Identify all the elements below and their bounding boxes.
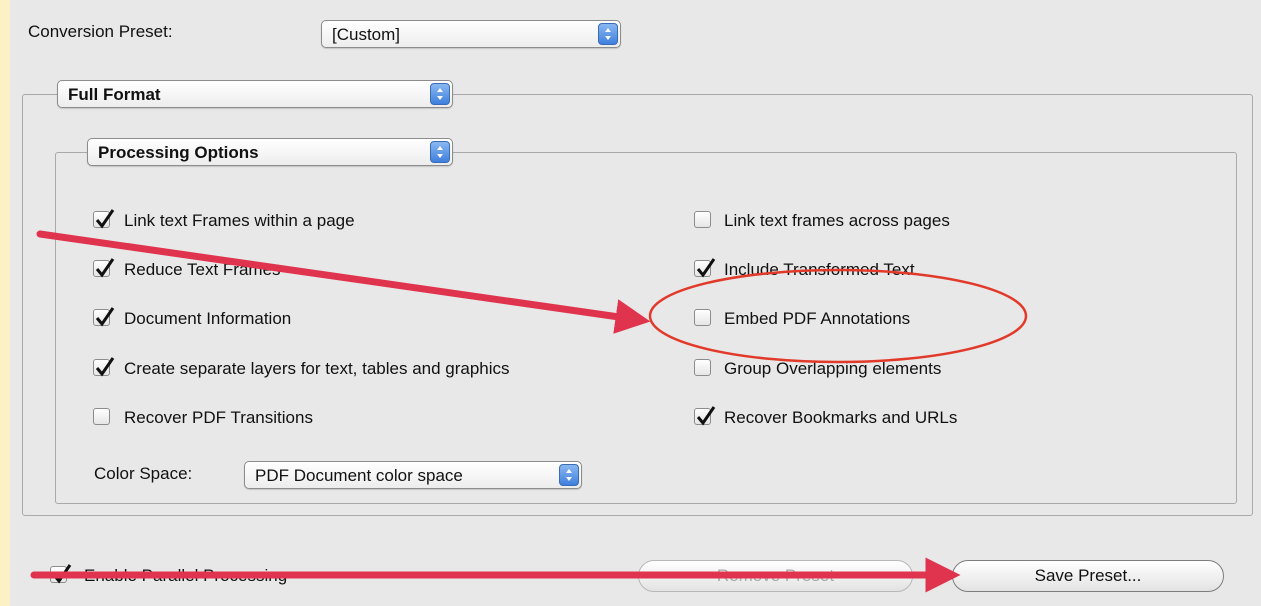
conversion-preset-value: [Custom] (332, 25, 401, 44)
embed-pdf-annotations-label: Embed PDF Annotations (724, 309, 911, 328)
save-preset-button[interactable]: Save Preset... (952, 560, 1224, 592)
recover-bookmarks-label: Recover Bookmarks and URLs (724, 408, 958, 427)
popup-arrows-icon (598, 23, 618, 45)
recover-pdf-transitions-label: Recover PDF Transitions (124, 408, 313, 427)
document-information-label: Document Information (124, 309, 292, 328)
link-text-frames-page-checkbox[interactable] (93, 209, 115, 229)
checkmark-icon (52, 564, 72, 584)
document-information-checkbox[interactable] (93, 307, 115, 327)
processing-options-popup[interactable]: Processing Options (87, 138, 453, 166)
color-space-label: Color Space: (94, 464, 193, 483)
group-overlapping-checkbox[interactable] (694, 359, 711, 376)
reduce-text-frames-checkbox[interactable] (93, 258, 115, 278)
link-text-frames-across-checkbox[interactable] (694, 211, 711, 228)
popup-arrows-icon (430, 83, 450, 105)
separate-layers-checkbox[interactable] (93, 357, 115, 377)
group-overlapping-label: Group Overlapping elements (724, 359, 942, 378)
recover-bookmarks-checkbox[interactable] (694, 406, 716, 426)
checkmark-icon (95, 307, 115, 327)
format-popup[interactable]: Full Format (57, 80, 453, 108)
include-transformed-text-checkbox[interactable] (694, 258, 716, 278)
processing-options-value: Processing Options (98, 143, 259, 162)
checkmark-icon (95, 357, 115, 377)
enable-parallel-checkbox[interactable] (50, 564, 72, 584)
checkmark-icon (696, 406, 716, 426)
remove-preset-button[interactable]: Remove Preset (638, 560, 913, 592)
enable-parallel-label: Enable Parallel Processing (84, 566, 288, 585)
conversion-preset-label: Conversion Preset: (28, 22, 173, 41)
checkmark-icon (95, 258, 115, 278)
popup-arrows-icon (430, 141, 450, 163)
popup-arrows-icon (559, 464, 579, 486)
color-space-value: PDF Document color space (255, 466, 463, 485)
embed-pdf-annotations-checkbox[interactable] (694, 309, 711, 326)
conversion-preset-popup[interactable]: [Custom] (321, 20, 621, 48)
link-text-frames-page-label: Link text Frames within a page (124, 211, 355, 230)
checkmark-icon (95, 209, 115, 229)
reduce-text-frames-label: Reduce Text Frames (124, 260, 281, 279)
separate-layers-label: Create separate layers for text, tables … (124, 359, 510, 378)
format-popup-value: Full Format (68, 85, 161, 104)
color-space-popup[interactable]: PDF Document color space (244, 461, 582, 489)
checkmark-icon (696, 258, 716, 278)
link-text-frames-across-label: Link text frames across pages (724, 211, 950, 230)
conversion-dialog: Conversion Preset: [Custom] Full Format … (10, 0, 1261, 606)
include-transformed-text-label: Include Transformed Text (724, 260, 915, 279)
recover-pdf-transitions-checkbox[interactable] (93, 408, 110, 425)
